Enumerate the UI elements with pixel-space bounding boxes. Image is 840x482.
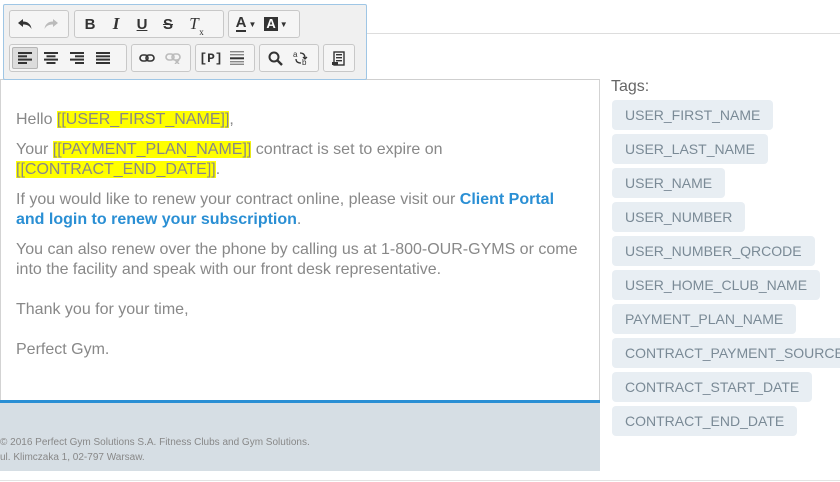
search-icon (268, 51, 283, 66)
underline-button[interactable]: U (129, 13, 155, 35)
email-body-editor[interactable]: Hello [[USER_FIRST_NAME]], Your [[PAYMEN… (0, 79, 600, 401)
italic-button[interactable]: I (103, 13, 129, 35)
tag-user-number-qrcode[interactable]: USER_NUMBER_QRCODE (612, 236, 815, 266)
undo-icon (18, 19, 32, 29)
source-group (323, 44, 355, 72)
source-icon (332, 50, 345, 66)
horizontal-line-button[interactable] (224, 47, 250, 69)
replace-icon: ab (293, 50, 308, 66)
hr-icon (230, 51, 244, 65)
renew-online-end: . (296, 211, 302, 228)
payment-plan-placeholder: [[PAYMENT_PLAN_NAME]] (52, 141, 252, 158)
placeholder-label: [P] (199, 50, 223, 66)
strikethrough-label: S (162, 15, 173, 33)
align-left-button[interactable] (12, 47, 38, 69)
renew-phone-paragraph: You can also renew over the phone by cal… (16, 241, 578, 278)
unlink-icon (165, 53, 181, 64)
bold-button[interactable]: B (77, 13, 103, 35)
expiry-end: . (215, 161, 221, 178)
link-group (131, 44, 191, 72)
tag-payment-plan-name[interactable]: PAYMENT_PLAN_NAME (612, 304, 797, 334)
renew-online-paragraph: If you would like to renew your contract… (16, 190, 585, 230)
link-icon (139, 54, 155, 62)
basic-style-group: B I U S Tx (74, 10, 224, 38)
find-group: ab (259, 44, 319, 72)
remove-format-label: T (189, 14, 199, 33)
replace-button[interactable]: ab (288, 47, 314, 69)
tags-list: USER_FIRST_NAME USER_LAST_NAME USER_NAME… (612, 100, 840, 440)
greeting-paragraph: Hello [[USER_FIRST_NAME]], (16, 110, 585, 130)
greeting-text: Hello (16, 111, 57, 128)
text-color-button[interactable]: A ▼ (231, 13, 261, 35)
redo-icon (44, 19, 58, 29)
unlink-button[interactable] (160, 47, 186, 69)
expiry-prefix: Your (16, 141, 53, 158)
content-frame-border (366, 33, 840, 34)
tag-contract-start-date[interactable]: CONTRACT_START_DATE (612, 372, 813, 402)
tag-user-home-club-name[interactable]: USER_HOME_CLUB_NAME (612, 270, 821, 300)
background-color-icon: A (264, 16, 278, 31)
signature-paragraph: Perfect Gym. (16, 341, 110, 358)
thanks-paragraph: Thank you for your time, (16, 301, 189, 318)
history-group (9, 10, 69, 38)
color-group: A ▼ A ▼ (228, 10, 300, 38)
align-right-button[interactable] (64, 47, 90, 69)
remove-format-button[interactable]: Tx (181, 13, 207, 37)
first-name-placeholder: [[USER_FIRST_NAME]] (56, 111, 230, 128)
editor-toolbar: B I U S Tx A ▼ A ▼ [P] a b (3, 4, 367, 80)
tags-title: Tags: (611, 78, 650, 95)
align-right-icon (70, 52, 84, 64)
redo-button[interactable] (38, 13, 64, 35)
email-footer: © 2016 Perfect Gym Solutions S.A. Fitnes… (0, 400, 600, 471)
remove-format-icon: Tx (189, 14, 204, 37)
tag-user-last-name[interactable]: USER_LAST_NAME (612, 134, 768, 164)
tag-contract-end-date[interactable]: CONTRACT_END_DATE (612, 406, 798, 436)
expiry-mid: contract is set to expire on (251, 141, 443, 158)
renew-online-prefix: If you would like to renew your contract… (16, 191, 460, 208)
tag-user-first-name[interactable]: USER_FIRST_NAME (612, 100, 774, 130)
svg-text:a: a (293, 50, 298, 59)
tag-contract-payment-source[interactable]: CONTRACT_PAYMENT_SOURCE (612, 338, 840, 368)
tag-user-name[interactable]: USER_NAME (612, 168, 726, 198)
background-color-button[interactable]: A ▼ (261, 13, 291, 35)
source-button[interactable] (326, 47, 352, 69)
find-button[interactable] (262, 47, 288, 69)
italic-label: I (112, 14, 120, 33)
footer-copyright: © 2016 Perfect Gym Solutions S.A. Fitnes… (0, 437, 310, 448)
undo-button[interactable] (12, 13, 38, 35)
justify-icon (96, 52, 110, 64)
bold-label: B (84, 15, 96, 33)
strikethrough-button[interactable]: S (155, 13, 181, 35)
align-left-icon (18, 52, 32, 64)
link-button[interactable] (134, 47, 160, 69)
chevron-down-icon: ▼ (279, 19, 288, 29)
underline-label: U (136, 15, 148, 33)
align-center-icon (44, 52, 58, 64)
expiry-paragraph: Your [[PAYMENT_PLAN_NAME]] contract is s… (16, 140, 585, 180)
footer-address: ul. Klimczaka 1, 02-797 Warsaw. (0, 452, 145, 463)
align-center-button[interactable] (38, 47, 64, 69)
insert-group: [P] (195, 44, 255, 72)
text-color-icon: A (235, 14, 247, 32)
chevron-down-icon: ▼ (248, 19, 257, 29)
contract-end-date-placeholder: [[CONTRACT_END_DATE]] (16, 161, 216, 178)
alignment-group (9, 44, 127, 72)
content-frame-border-bottom (0, 480, 840, 481)
placeholder-button[interactable]: [P] (198, 47, 224, 69)
greeting-end: , (229, 111, 234, 128)
tag-user-number[interactable]: USER_NUMBER (612, 202, 746, 232)
justify-button[interactable] (90, 47, 116, 69)
